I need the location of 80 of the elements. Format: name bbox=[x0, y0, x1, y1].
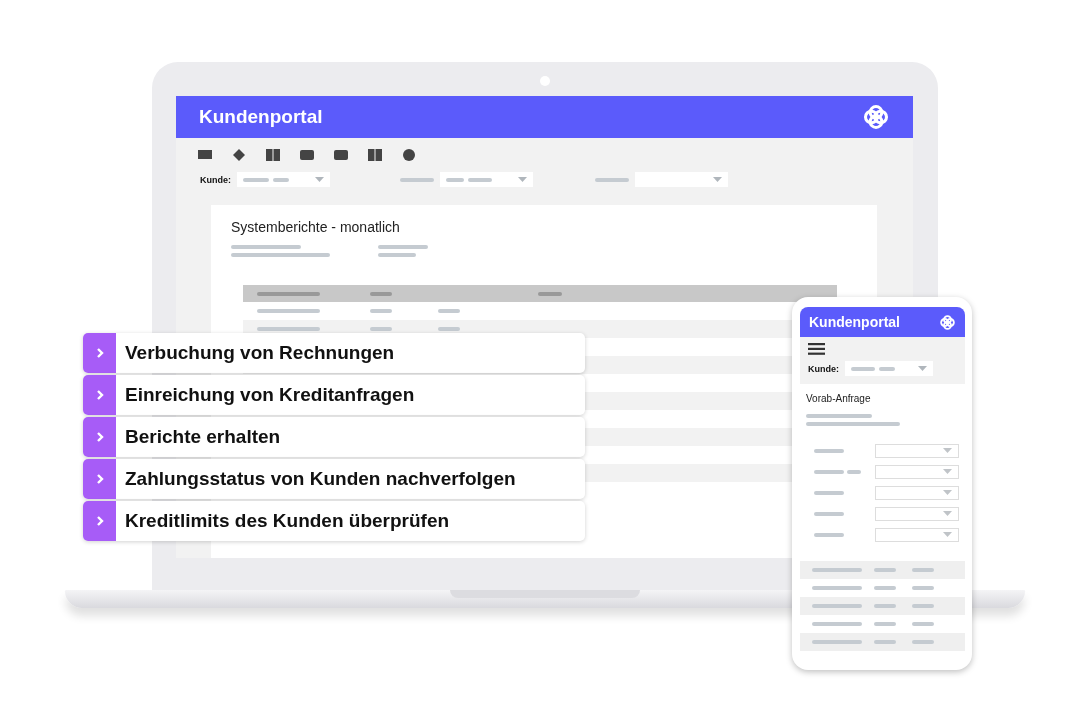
columns-icon[interactable] bbox=[368, 148, 382, 162]
placeholder-bar bbox=[814, 469, 844, 474]
dropdown-caret-icon bbox=[943, 490, 952, 495]
feature-item: Zahlungsstatus von Kunden nachverfolgen bbox=[83, 459, 585, 499]
app-title: Kundenportal bbox=[809, 314, 900, 330]
placeholder-bar bbox=[874, 586, 896, 590]
placeholder-bar bbox=[814, 511, 844, 516]
placeholder-bar bbox=[814, 532, 844, 537]
placeholder-bar bbox=[912, 586, 934, 590]
placeholder-bar bbox=[812, 586, 862, 590]
filter-label: Kunde: bbox=[808, 363, 839, 374]
feature-item: Verbuchung von Rechnungen bbox=[83, 333, 585, 373]
placeholder-bar bbox=[595, 177, 629, 182]
placeholder-bar bbox=[812, 604, 862, 608]
dropdown-field[interactable] bbox=[875, 443, 959, 458]
dropdown-field[interactable] bbox=[845, 361, 933, 376]
report-title: Systemberichte - monatlich bbox=[231, 219, 401, 235]
dropdown-field[interactable] bbox=[875, 485, 959, 500]
rounded-square-icon[interactable] bbox=[300, 148, 314, 162]
square-icon[interactable] bbox=[198, 148, 212, 162]
placeholder-bar bbox=[438, 327, 460, 331]
placeholder-bar bbox=[847, 469, 861, 474]
dropdown-field[interactable] bbox=[440, 172, 533, 187]
dropdown-field[interactable] bbox=[875, 464, 959, 479]
feature-item: Kreditlimits des Kunden überprüfen bbox=[83, 501, 585, 541]
placeholder-bar bbox=[912, 640, 934, 644]
placeholder-bar bbox=[874, 640, 896, 644]
placeholder-bar bbox=[438, 309, 460, 313]
placeholder-bar bbox=[812, 640, 862, 644]
placeholder-bar bbox=[257, 327, 320, 331]
chevron-right-icon bbox=[95, 389, 104, 401]
placeholder-bar bbox=[538, 291, 562, 296]
placeholder-bar bbox=[874, 568, 896, 572]
dropdown-caret-icon bbox=[518, 177, 527, 182]
placeholder-bar bbox=[370, 327, 392, 331]
dropdown-field[interactable] bbox=[635, 172, 728, 187]
placeholder-bar bbox=[370, 309, 392, 313]
dropdown-caret-icon bbox=[943, 448, 952, 453]
feature-item: Einreichung von Kreditanfragen bbox=[83, 375, 585, 415]
placeholder-bar bbox=[912, 568, 934, 572]
placeholder-bar bbox=[378, 253, 416, 257]
chevron-right-icon bbox=[95, 515, 104, 527]
knot-logo-icon bbox=[862, 103, 890, 131]
placeholder-bar bbox=[370, 291, 392, 296]
columns-icon[interactable] bbox=[266, 148, 280, 162]
placeholder-bar bbox=[231, 245, 301, 249]
chevron-right-icon bbox=[95, 431, 104, 443]
form-title: Vorab-Anfrage bbox=[806, 393, 872, 404]
dropdown-field[interactable] bbox=[875, 527, 959, 542]
dropdown-caret-icon bbox=[943, 532, 952, 537]
rounded-square-icon[interactable] bbox=[334, 148, 348, 162]
diamond-icon[interactable] bbox=[232, 148, 246, 162]
placeholder-bar bbox=[874, 604, 896, 608]
knot-logo-icon bbox=[939, 313, 956, 331]
dropdown-caret-icon bbox=[918, 366, 927, 371]
filter-label: Kunde: bbox=[200, 174, 231, 185]
feature-item: Berichte erhalten bbox=[83, 417, 585, 457]
placeholder-bar bbox=[814, 490, 844, 495]
placeholder-bar bbox=[912, 622, 934, 626]
dropdown-caret-icon bbox=[943, 511, 952, 516]
placeholder-bar bbox=[257, 291, 320, 296]
app-title: Kundenportal bbox=[199, 106, 323, 128]
dropdown-field[interactable] bbox=[875, 506, 959, 521]
menu-icon[interactable] bbox=[808, 343, 825, 355]
dropdown-caret-icon bbox=[713, 177, 722, 182]
dropdown-field[interactable] bbox=[237, 172, 330, 187]
chevron-right-icon bbox=[95, 347, 104, 359]
circle-icon[interactable] bbox=[402, 148, 416, 162]
placeholder-bar bbox=[874, 622, 896, 626]
placeholder-bar bbox=[812, 622, 862, 626]
placeholder-bar bbox=[812, 568, 862, 572]
placeholder-bar bbox=[378, 245, 428, 249]
placeholder-bar bbox=[912, 604, 934, 608]
placeholder-bar bbox=[400, 177, 434, 182]
dropdown-caret-icon bbox=[943, 469, 952, 474]
placeholder-bar bbox=[257, 309, 320, 313]
chevron-right-icon bbox=[95, 473, 104, 485]
placeholder-bar bbox=[806, 414, 872, 418]
dropdown-caret-icon bbox=[315, 177, 324, 182]
placeholder-bar bbox=[814, 448, 844, 453]
